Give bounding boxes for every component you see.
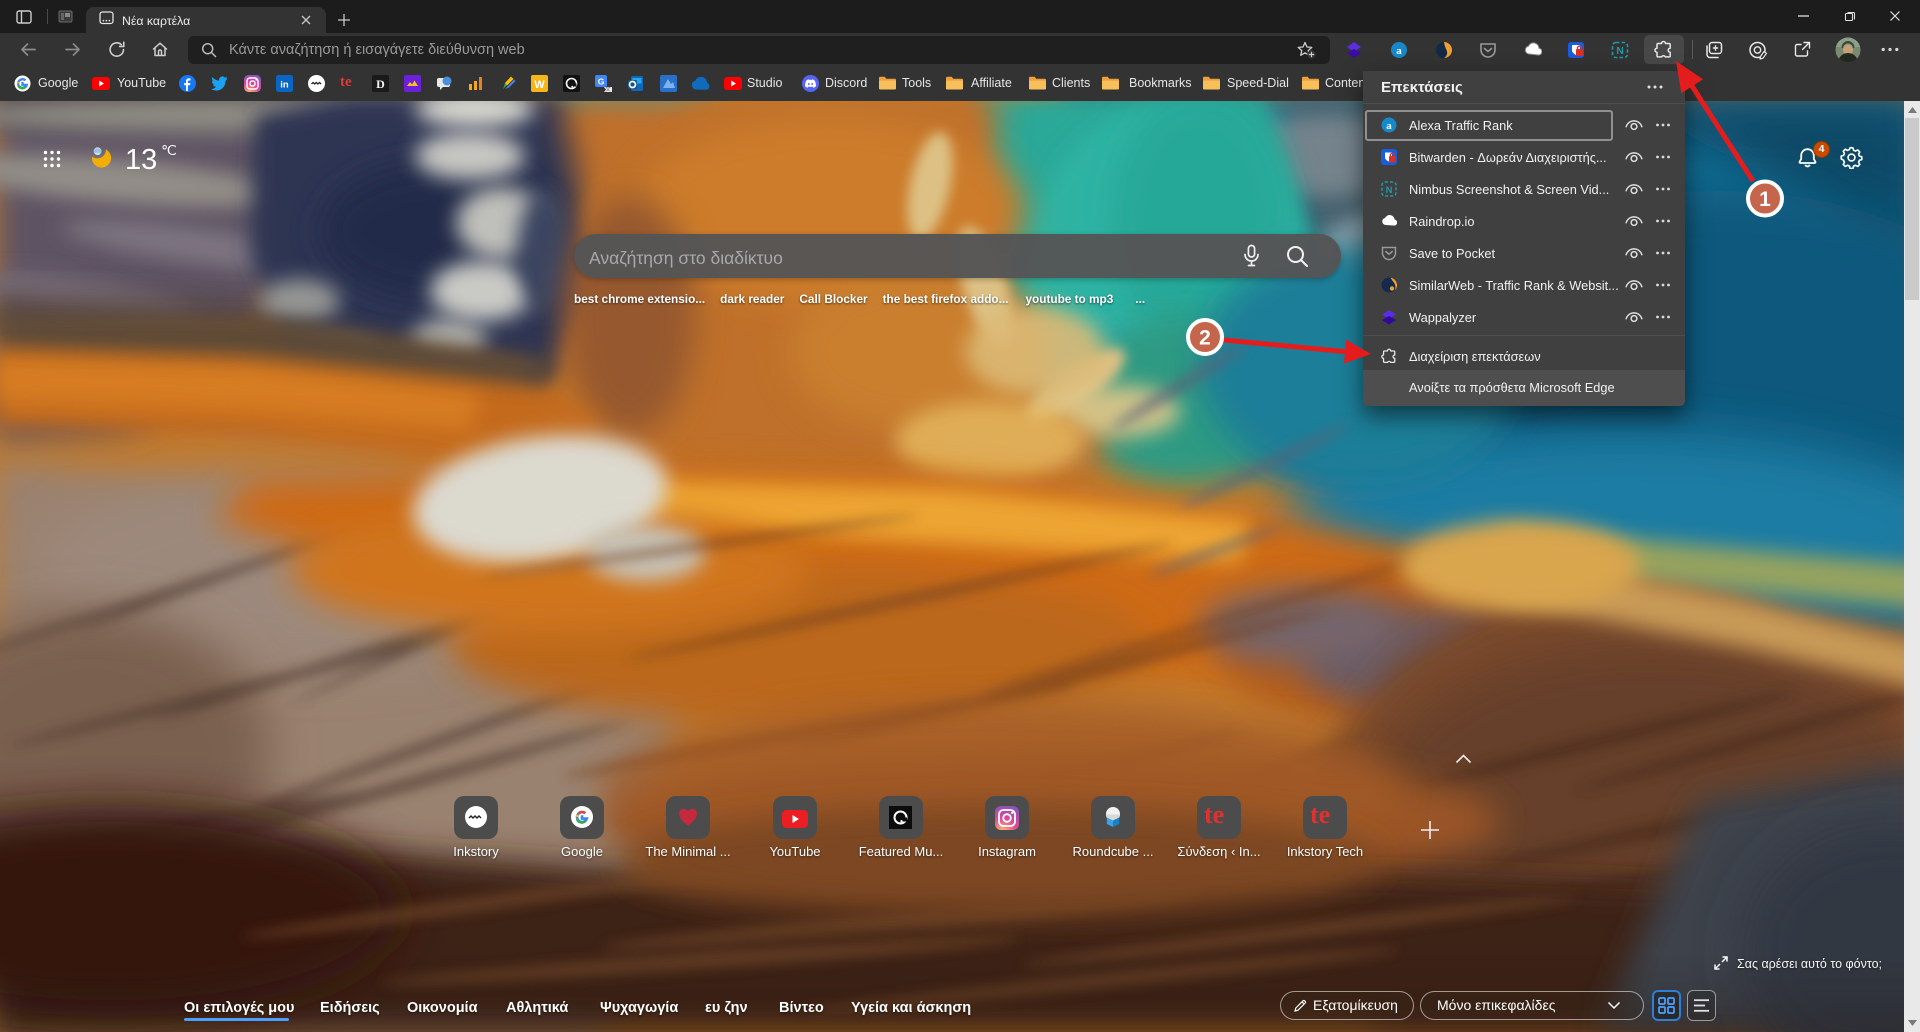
svg-text:2: 2 xyxy=(1199,327,1211,350)
svg-text:1: 1 xyxy=(1759,188,1771,211)
